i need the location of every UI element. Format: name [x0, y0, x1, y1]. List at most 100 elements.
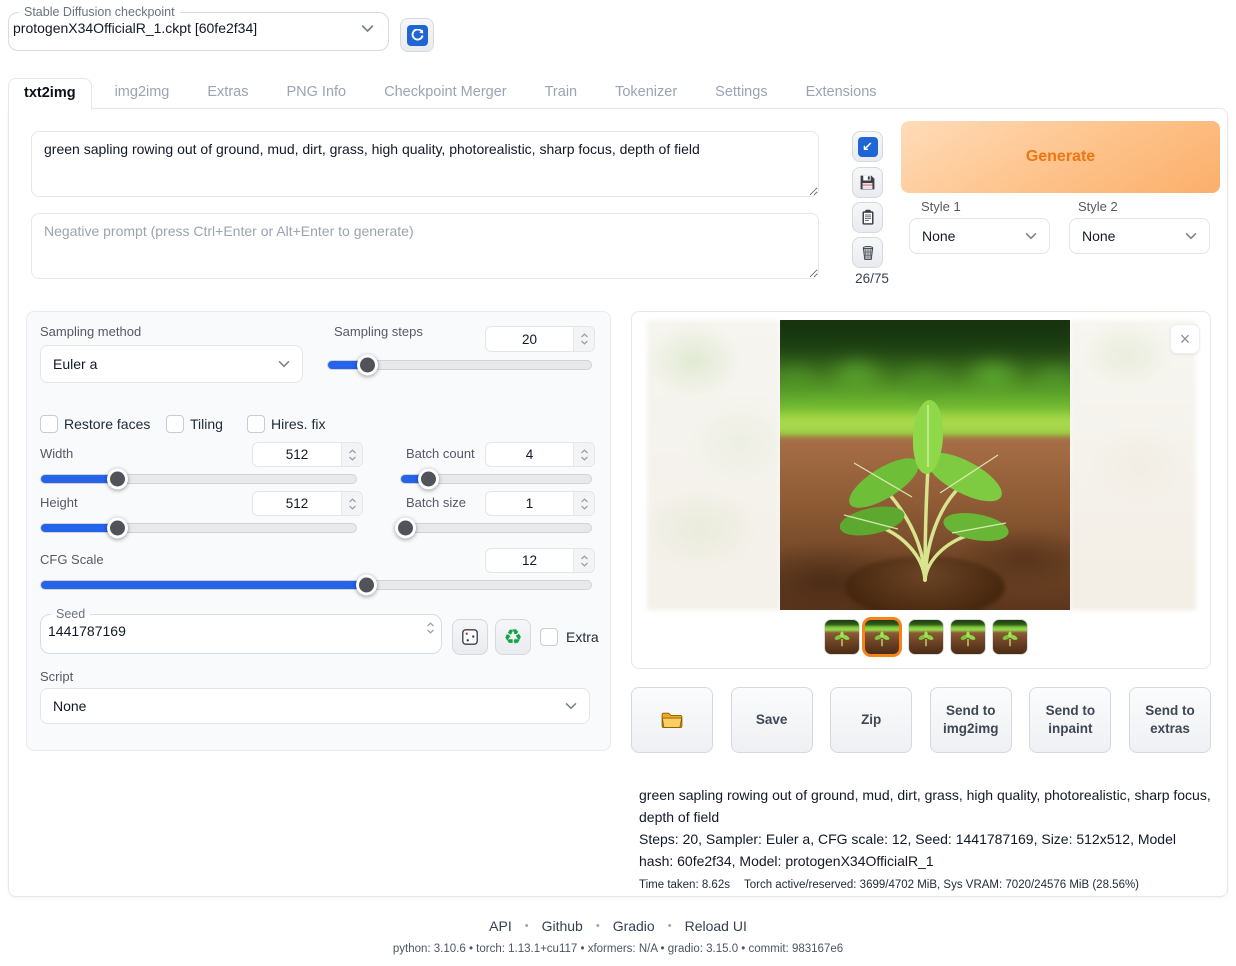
slider-fill	[41, 475, 117, 483]
api-link[interactable]: API	[489, 918, 512, 934]
open-folder-button[interactable]	[631, 687, 713, 753]
tab-tokenizer[interactable]: Tokenizer	[600, 78, 692, 109]
tiling-option: Tiling	[166, 415, 223, 433]
tab-txt2img[interactable]: txt2img	[8, 78, 92, 110]
gallery-thumbnail-5[interactable]	[992, 619, 1028, 655]
sampling-steps-input[interactable]: 20	[485, 326, 595, 352]
prompt-input[interactable]: green sapling rowing out of ground, mud,…	[31, 131, 819, 197]
tab-train[interactable]: Train	[530, 78, 593, 109]
separator-dot: •	[668, 920, 672, 932]
restore-faces-checkbox[interactable]	[40, 415, 58, 433]
checkpoint-label: Stable Diffusion checkpoint	[19, 5, 180, 19]
thumbnail-sapling-art	[918, 631, 934, 647]
sampling-method-dropdown[interactable]: Euler a	[40, 345, 303, 383]
extra-seed-checkbox[interactable]	[540, 628, 558, 646]
clear-prompt-button[interactable]	[852, 237, 883, 268]
width-label: Width	[40, 446, 73, 461]
gradio-link[interactable]: Gradio	[613, 918, 655, 934]
style2-dropdown[interactable]: None	[1069, 218, 1210, 254]
style1-dropdown[interactable]: None	[909, 218, 1050, 254]
refresh-checkpoints-button[interactable]	[400, 18, 434, 52]
tab-extras[interactable]: Extras	[192, 78, 263, 109]
generated-image-preview[interactable]	[780, 320, 1070, 610]
batch-size-value: 1	[486, 492, 573, 515]
spinner-arrows[interactable]	[573, 492, 594, 515]
slider-fill	[41, 581, 366, 589]
slider-thumb[interactable]	[418, 469, 439, 490]
cfg-scale-input[interactable]: 12	[485, 548, 595, 573]
checkpoint-value: protogenX34OfficialR_1.ckpt [60fe2f34]	[13, 20, 257, 36]
slider-thumb[interactable]	[107, 469, 128, 490]
gallery-thumbnail-2-selected[interactable]	[862, 617, 902, 657]
restore-faces-option: Restore faces	[40, 415, 150, 433]
tab-extensions[interactable]: Extensions	[791, 78, 892, 109]
hires-fix-label: Hires. fix	[271, 416, 325, 432]
height-slider[interactable]	[40, 523, 357, 533]
tiling-checkbox[interactable]	[166, 415, 184, 433]
hires-fix-checkbox[interactable]	[247, 415, 265, 433]
apply-style-button[interactable]	[852, 202, 883, 233]
trash-icon	[860, 244, 876, 261]
reload-ui-link[interactable]: Reload UI	[685, 918, 747, 934]
footer: API • Github • Gradio • Reload UI python…	[0, 918, 1236, 955]
send-to-img2img-button[interactable]: Send to img2img	[930, 687, 1012, 753]
send-to-inpaint-button[interactable]: Send to inpaint	[1029, 687, 1111, 753]
preview-art-sapling	[840, 397, 1010, 582]
slider-thumb[interactable]	[357, 355, 378, 376]
tab-checkpoint-merger[interactable]: Checkpoint Merger	[369, 78, 522, 109]
batch-size-slider[interactable]	[400, 523, 592, 533]
gallery-thumbnail-3[interactable]	[908, 619, 944, 655]
gallery-thumbnail-4[interactable]	[950, 619, 986, 655]
tiling-label: Tiling	[190, 416, 223, 432]
spinner-arrows[interactable]	[573, 443, 594, 466]
time-taken-text: Time taken: 8.62s	[639, 879, 730, 891]
chevron-down-icon	[1025, 232, 1037, 240]
generate-button[interactable]: Generate	[901, 121, 1220, 193]
random-seed-button[interactable]	[452, 619, 488, 655]
slider-thumb[interactable]	[107, 518, 128, 539]
sampling-steps-slider[interactable]	[327, 360, 592, 370]
save-style-button[interactable]	[852, 167, 883, 198]
extra-seed-label: Extra	[566, 629, 599, 645]
seed-input[interactable]: 1441787169	[41, 621, 441, 644]
spinner-arrows[interactable]	[573, 549, 594, 572]
height-input[interactable]: 512	[252, 491, 363, 516]
cfg-scale-slider[interactable]	[40, 580, 592, 590]
reuse-seed-button[interactable]: ♻	[495, 619, 531, 655]
save-button[interactable]: Save	[731, 687, 813, 753]
zip-button[interactable]: Zip	[830, 687, 912, 753]
tab-img2img[interactable]: img2img	[100, 78, 185, 109]
negative-prompt-input[interactable]	[31, 213, 819, 279]
spinner-arrows[interactable]	[341, 443, 362, 466]
gallery-adjacent-image-left[interactable]	[647, 320, 780, 610]
seed-field-frame: Seed 1441787169	[40, 607, 442, 654]
github-link[interactable]: Github	[542, 918, 583, 934]
batch-count-value: 4	[486, 443, 573, 466]
gallery-adjacent-image-right[interactable]	[1070, 320, 1196, 610]
seed-label: Seed	[51, 607, 90, 621]
send-to-extras-button[interactable]: Send to extras	[1129, 687, 1211, 753]
sampling-steps-label: Sampling steps	[334, 324, 423, 339]
width-slider[interactable]	[40, 474, 357, 484]
batch-count-input[interactable]: 4	[485, 442, 595, 467]
result-actions-row: Save Zip Send to img2img Send to inpaint…	[631, 687, 1211, 753]
spinner-arrows[interactable]	[426, 621, 435, 640]
separator-dot: •	[596, 920, 600, 932]
width-input[interactable]: 512	[252, 442, 363, 467]
paste-params-button[interactable]: ↙	[852, 131, 883, 162]
checkpoint-dropdown[interactable]: protogenX34OfficialR_1.ckpt [60fe2f34]	[9, 19, 388, 42]
gallery-thumbnail-1[interactable]	[824, 619, 860, 655]
batch-size-input[interactable]: 1	[485, 491, 595, 516]
close-gallery-icon[interactable]: ×	[1170, 324, 1200, 354]
spinner-arrows[interactable]	[341, 492, 362, 515]
slider-thumb[interactable]	[395, 518, 416, 539]
tab-settings[interactable]: Settings	[700, 78, 782, 109]
script-dropdown[interactable]: None	[40, 688, 590, 724]
folder-icon	[661, 711, 683, 729]
arrow-down-left-icon: ↙	[858, 137, 878, 157]
batch-count-slider[interactable]	[400, 474, 592, 484]
tab-png-info[interactable]: PNG Info	[271, 78, 361, 109]
slider-thumb[interactable]	[356, 575, 377, 596]
spinner-arrows[interactable]	[573, 327, 594, 351]
restore-faces-label: Restore faces	[64, 416, 150, 432]
